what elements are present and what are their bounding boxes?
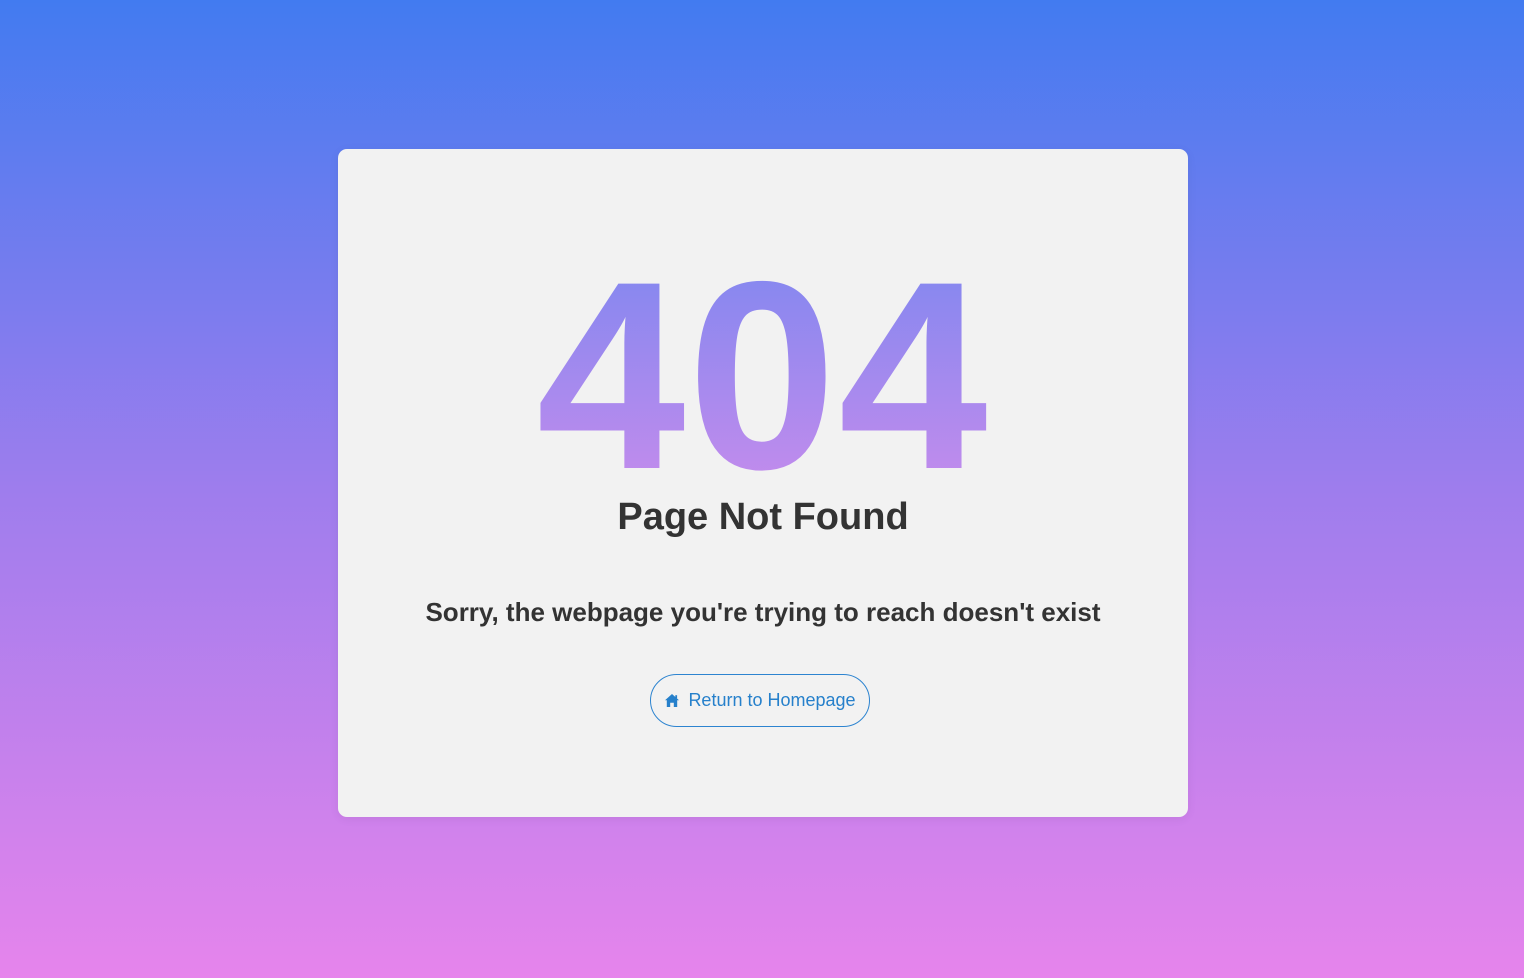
error-card: 404 Page Not Found Sorry, the webpage yo…	[338, 149, 1188, 817]
page-title: Page Not Found	[617, 496, 909, 538]
error-code: 404	[338, 241, 1188, 509]
return-home-button[interactable]: Return to Homepage	[650, 674, 870, 727]
home-icon	[664, 693, 680, 709]
error-message: Sorry, the webpage you're trying to reac…	[425, 597, 1101, 627]
return-home-label: Return to Homepage	[688, 690, 856, 710]
